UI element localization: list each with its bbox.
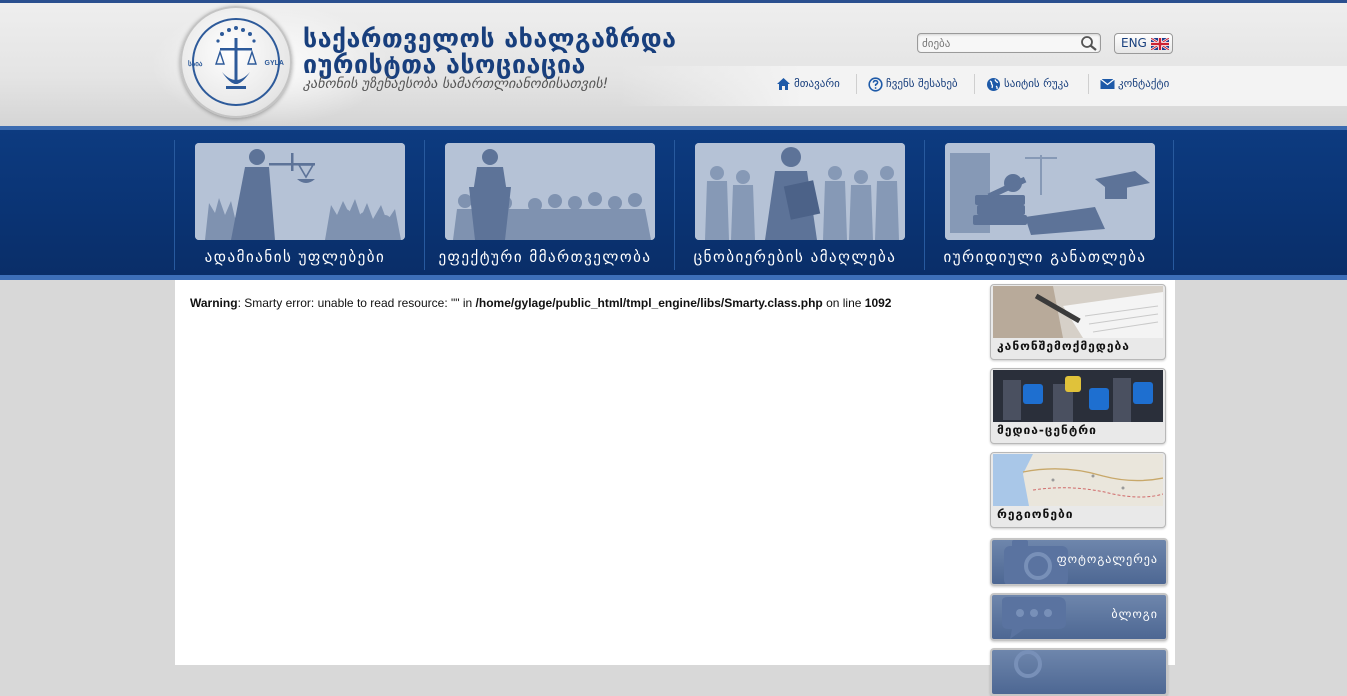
mainnav-label: ცნობიერების ამაღლება bbox=[693, 248, 897, 266]
topnav-label: კონტაქტი bbox=[1118, 77, 1170, 90]
search-input[interactable] bbox=[922, 35, 1072, 51]
seal-left-text: საია bbox=[188, 61, 203, 68]
mainnav-awareness[interactable]: ცნობიერების ამაღლება bbox=[675, 142, 905, 272]
mainnav-label: ადამიანის უფლებები bbox=[204, 248, 386, 266]
speech-bubble-icon bbox=[1002, 597, 1066, 639]
people-crowd-icon bbox=[695, 143, 905, 240]
awareness-image bbox=[695, 143, 905, 240]
legal-education-image bbox=[945, 143, 1155, 240]
search-icon[interactable] bbox=[1080, 35, 1098, 51]
mainnav-human-rights[interactable]: ადამიანის უფლებები bbox=[175, 142, 405, 272]
warning-label: Warning bbox=[190, 296, 238, 310]
mainnav-label: იურიდიული განათლება bbox=[943, 248, 1147, 266]
sidebar-item-photo-gallery[interactable]: ფოტოგალერეა bbox=[990, 538, 1168, 586]
sidebar-item-legislation[interactable]: კანონშემოქმედება bbox=[990, 284, 1166, 360]
warning-online: on line bbox=[822, 296, 865, 310]
site-slogan: კანონის უზენაესობა სამართლიანობისათვის! bbox=[303, 76, 609, 92]
regions-map-image bbox=[993, 454, 1163, 506]
warning-path: /home/gylage/public_html/tmpl_engine/lib… bbox=[475, 296, 823, 310]
topnav-divider bbox=[1088, 74, 1089, 94]
sidebar-item-partial[interactable] bbox=[990, 648, 1168, 696]
books-gavel-icon bbox=[945, 143, 1155, 240]
sidebar-item-blog[interactable]: ბლოგი bbox=[990, 593, 1168, 641]
warning-text: : Smarty error: unable to read resource:… bbox=[237, 296, 476, 310]
site-logo[interactable]: საია GYLA bbox=[180, 6, 292, 118]
mainnav-legal-education[interactable]: იურიდიული განათლება bbox=[925, 142, 1155, 272]
sidebar-item-label: ფოტოგალერეა bbox=[1056, 552, 1158, 566]
sidebar-item-label: ბლოგი bbox=[1111, 607, 1158, 621]
seal-right-text: GYLA bbox=[264, 60, 284, 67]
sidebar-item-regions[interactable]: რეგიონები bbox=[990, 452, 1166, 528]
media-microphones-image bbox=[993, 370, 1163, 422]
home-icon bbox=[777, 78, 790, 90]
globe-icon bbox=[987, 78, 1000, 91]
topnav-divider bbox=[974, 74, 975, 94]
justice-crowd-icon bbox=[195, 143, 405, 240]
search-box bbox=[917, 33, 1101, 53]
topnav-label: საიტის რუკა bbox=[1004, 77, 1069, 90]
nav-divider bbox=[1173, 140, 1174, 270]
site-title[interactable]: საქართველოს ახალგაზრდა იურისტთა ასოციაცი… bbox=[303, 26, 676, 78]
question-icon bbox=[868, 77, 883, 92]
partial-item-icon bbox=[1014, 650, 1042, 678]
speaker-podium-icon bbox=[445, 143, 655, 240]
site-title-line1: საქართველოს ახალგაზრდა bbox=[303, 24, 677, 53]
site-title-line2: იურისტთა ასოციაცია bbox=[303, 50, 586, 79]
php-warning-message: Warning: Smarty error: unable to read re… bbox=[190, 296, 891, 310]
human-rights-image bbox=[195, 143, 405, 240]
sidebar-item-label: რეგიონები bbox=[997, 507, 1074, 521]
mail-icon bbox=[1100, 78, 1115, 89]
sidebar-item-label: კანონშემოქმედება bbox=[997, 339, 1130, 353]
topnav-label: მთავარი bbox=[794, 77, 840, 90]
topnav-label: ჩვენს შესახებ bbox=[886, 77, 958, 90]
topnav-divider bbox=[856, 74, 857, 94]
governance-image bbox=[445, 143, 655, 240]
warning-line-number: 1092 bbox=[864, 296, 892, 310]
legislation-image bbox=[993, 286, 1163, 338]
sidebar-item-media-center[interactable]: მედია-ცენტრი bbox=[990, 368, 1166, 444]
sidebar-item-label: მედია-ცენტრი bbox=[997, 423, 1097, 437]
header-band bbox=[620, 66, 1347, 106]
mainnav-governance[interactable]: ეფექტური მმართველობა bbox=[425, 142, 655, 272]
uk-flag-icon bbox=[1151, 38, 1169, 50]
language-label: ENG bbox=[1121, 36, 1147, 50]
language-switch-button[interactable]: ENG bbox=[1114, 33, 1173, 54]
mainnav-label: ეფექტური მმართველობა bbox=[438, 248, 652, 266]
